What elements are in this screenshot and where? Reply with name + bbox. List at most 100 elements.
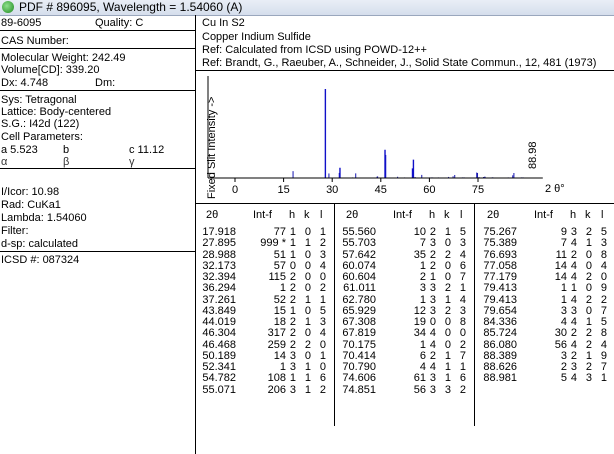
cell-intensity: 11 [555, 248, 567, 261]
cell-intensity: 999 * [260, 237, 286, 250]
cell-2theta: 85.724 [483, 327, 517, 340]
cell-intensity: 206 [267, 383, 286, 396]
x-tick-label: 0 [232, 184, 238, 196]
cell-k: 2 [444, 282, 451, 295]
table-row: 46.468 259 2 2 0 [196, 338, 334, 351]
cell-intensity: 7 [560, 237, 567, 250]
cell-intensity: 259 [267, 338, 286, 351]
x-tick-label: 75 [472, 184, 484, 196]
cell-h: 4 [570, 293, 577, 306]
radiation: Rad: CuKa1 [1, 199, 61, 211]
lambda: Lambda: 1.54060 [1, 212, 87, 224]
cell-2theta: 46.468 [202, 338, 236, 351]
cell-l: 3 [459, 237, 466, 250]
cell-h: 2 [289, 282, 296, 295]
cell-intensity: 30 [554, 327, 567, 340]
space-group: S.G.: I42d (122) [1, 118, 80, 130]
column-header-intensity: Int-f [253, 209, 272, 221]
cell-2theta: 55.703 [342, 237, 376, 250]
table-row: 37.261 52 2 1 1 [196, 293, 334, 306]
table-row: 85.724 30 2 2 8 [477, 328, 614, 339]
cell-2theta: 57.642 [342, 248, 376, 261]
lattice: Lattice: Body-centered [1, 106, 112, 118]
cell-intensity: 35 [413, 248, 426, 261]
cell-l: 2 [319, 282, 326, 295]
cell-l: 0 [459, 327, 466, 340]
cell-intensity: 34 [413, 327, 426, 340]
table-row: 88.981 5 4 3 1 [477, 373, 614, 384]
window-title: PDF # 896095, Wavelength = 1.54060 (A) [19, 0, 243, 14]
cell-h: 1 [570, 282, 577, 295]
table-row: 54.782 108 1 1 6 [196, 373, 334, 384]
table-row: 28.988 51 1 0 3 [196, 249, 334, 261]
cell-2theta: 88.981 [483, 372, 517, 385]
table-row: 75.389 7 4 1 3 [477, 238, 614, 249]
cell-h: 4 [429, 338, 436, 351]
cell-intensity: 1 [419, 293, 426, 306]
table-column-divider [474, 204, 475, 426]
x-axis-label: 2 θ° [545, 183, 565, 195]
cell-l: 2 [319, 383, 326, 396]
cell-b: b [63, 144, 70, 156]
cell-h: 2 [289, 293, 296, 306]
column-header-2theta: 2θ [346, 209, 359, 221]
cell-intensity: 7 [419, 237, 426, 250]
cell-k: 0 [585, 282, 592, 295]
cell-h: 2 [429, 248, 436, 261]
cell-l: 2 [459, 383, 466, 396]
column-header-h: h [289, 209, 296, 221]
table-row: 86.080 56 4 2 4 [477, 338, 614, 351]
cell-h: 2 [570, 327, 577, 340]
column-header-intensity: Int-f [534, 209, 553, 221]
column-header-l: l [601, 209, 604, 221]
cell-k: 3 [585, 372, 592, 385]
table-row: 74.606 61 3 1 6 [336, 373, 474, 384]
cell-l: 9 [600, 282, 607, 295]
cell-l: 4 [319, 327, 326, 340]
x-tick-label: 45 [375, 184, 387, 196]
cell-intensity: 56 [554, 338, 567, 351]
cell-intensity: 5 [560, 372, 567, 385]
cell-2theta: 37.261 [202, 293, 236, 306]
table-row: 55.703 7 3 0 3 [336, 238, 474, 249]
cell-k: 1 [304, 293, 311, 306]
table-row: 70.175 1 4 0 2 [336, 338, 474, 351]
table-row: 79.413 1 4 2 2 [477, 293, 614, 306]
x-tick-label: 15 [277, 184, 289, 196]
diffraction-pattern-chart: Fixed Slit Intensity -> 0 15 30 45 60 75 2 θ°… [206, 76, 565, 199]
cell-k: 0 [444, 338, 451, 351]
cell-k: 1 [304, 372, 311, 385]
cell-l: 2 [459, 338, 466, 351]
cell-k: 1 [304, 383, 311, 396]
cell-h: 1 [289, 237, 296, 250]
cell-k: 0 [304, 282, 311, 295]
table-row: 27.895 999 * 1 1 2 [196, 238, 334, 249]
cell-h: 3 [429, 383, 436, 396]
title-bar[interactable]: PDF # 896095, Wavelength = 1.54060 (A) [0, 0, 614, 16]
cell-l: 0 [319, 338, 326, 351]
cell-2theta: 27.895 [202, 237, 236, 250]
cell-l: 2 [600, 293, 607, 306]
cell-intensity: 1 [560, 293, 567, 306]
cell-h: 2 [289, 338, 296, 351]
reference-2: Ref: Brandt, G., Raeuber, A., Schneider,… [202, 57, 597, 69]
cell-h: 1 [289, 372, 296, 385]
table-row: 36.294 1 2 0 2 [196, 283, 334, 294]
cell-2theta: 75.389 [483, 237, 517, 250]
molecular-weight: Molecular Weight: 242.49 [1, 52, 126, 64]
cell-2theta: 62.780 [342, 293, 376, 306]
cell-k: 1 [585, 237, 592, 250]
cell-l: 4 [459, 293, 466, 306]
cell-h: 4 [570, 372, 577, 385]
cell-gamma: γ [129, 156, 135, 168]
cell-k: 2 [444, 248, 451, 261]
cell-k: 3 [444, 383, 451, 396]
column-header-k: k [444, 209, 450, 221]
cell-k: 1 [444, 372, 451, 385]
column-header-h: h [429, 209, 436, 221]
cell-l: 4 [600, 338, 607, 351]
cell-intensity: 3 [419, 282, 426, 295]
cell-h: 3 [429, 282, 436, 295]
cell-h: 3 [429, 372, 436, 385]
column-header-2theta: 2θ [206, 209, 219, 221]
